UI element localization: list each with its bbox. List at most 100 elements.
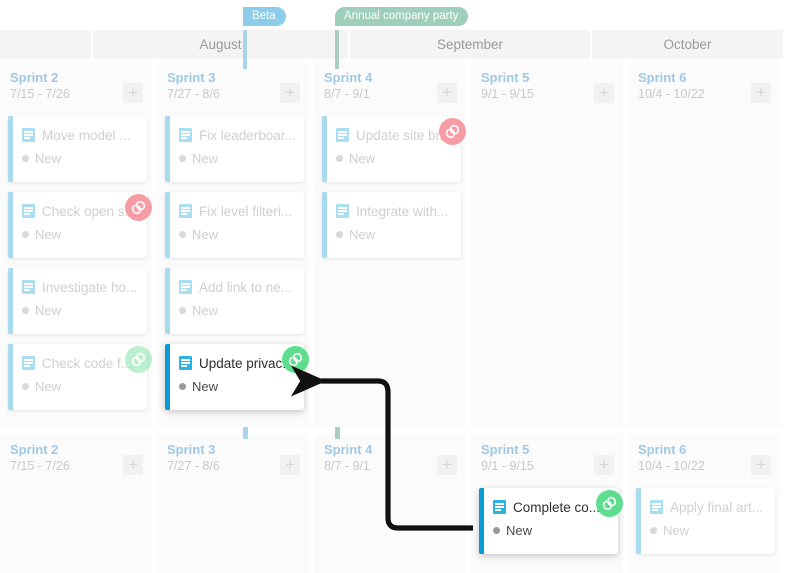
milestone-pill-annual-company-party[interactable]: Annual company party — [335, 7, 469, 26]
task-card[interactable]: Add link to ne... New — [165, 268, 304, 334]
status-badge: New — [192, 379, 219, 394]
card-title-row: Fix leaderboar... — [179, 126, 296, 144]
card-title-row: Add link to ne... — [179, 278, 296, 296]
card-title: Fix level filteri... — [199, 203, 293, 219]
status-dot — [336, 231, 343, 238]
status-badge: New — [35, 227, 62, 242]
status-badge: New — [35, 303, 62, 318]
link-relationship-badge[interactable] — [282, 346, 309, 373]
lane-top: Sprint 2 7/15 - 7/26 + Sprint 3 7/27 - 8/6 + S… — [0, 62, 785, 427]
card-title: Complete co... — [513, 499, 601, 515]
status-badge: New — [506, 523, 533, 538]
document-list-icon — [336, 128, 349, 142]
status-badge: New — [349, 227, 376, 242]
link-relationship-badge[interactable] — [596, 490, 623, 517]
add-card-button[interactable]: + — [594, 83, 614, 103]
status-dot — [22, 231, 29, 238]
status-dot — [650, 527, 657, 534]
document-list-icon — [179, 280, 192, 294]
card-title-row: Move model ... — [22, 126, 139, 144]
card-title: Move model ... — [42, 127, 131, 143]
task-card[interactable]: Integrate with... New — [322, 192, 461, 258]
add-card-button[interactable]: + — [123, 83, 143, 103]
document-list-icon — [22, 280, 35, 294]
card-title: Check code f... — [42, 355, 133, 371]
document-list-icon — [22, 128, 35, 142]
document-list-icon — [179, 128, 192, 142]
document-list-icon — [22, 356, 35, 370]
status-badge: New — [192, 151, 219, 166]
card-title-row: Fix level filteri... — [179, 202, 296, 220]
add-card-button[interactable]: + — [437, 455, 457, 475]
link-relationship-badge[interactable] — [439, 118, 466, 145]
link-relationship-badge[interactable] — [125, 346, 152, 373]
card-status-row: New — [179, 227, 296, 242]
card-status-row: New — [336, 151, 453, 166]
document-list-icon — [493, 500, 506, 514]
card-title: Investigate ho... — [42, 279, 138, 295]
add-card-button[interactable]: + — [751, 83, 771, 103]
status-badge: New — [663, 523, 690, 538]
status-dot — [493, 527, 500, 534]
card-title: Check open s... — [42, 203, 136, 219]
status-badge: New — [192, 227, 219, 242]
card-title: Add link to ne... — [199, 279, 293, 295]
sprint-column-3: Sprint 3 7/27 - 8/6 + — [157, 434, 314, 573]
status-badge: New — [192, 303, 219, 318]
card-title: Apply final art... — [670, 499, 764, 515]
sprint-column-4: Sprint 4 8/7 - 9/1 + — [314, 434, 471, 573]
card-title-row: Check code f... — [22, 354, 139, 372]
card-status-row: New — [22, 303, 139, 318]
card-status-row: New — [22, 151, 139, 166]
card-title-row: Integrate with... — [336, 202, 453, 220]
add-card-button[interactable]: + — [280, 83, 300, 103]
month-header-blank — [0, 30, 93, 59]
add-card-button[interactable]: + — [751, 455, 771, 475]
card-title: Integrate with... — [356, 203, 449, 219]
add-card-button[interactable]: + — [123, 455, 143, 475]
link-relationship-badge[interactable] — [125, 194, 152, 221]
task-card[interactable]: Move model ... New — [8, 116, 147, 182]
status-dot — [179, 307, 186, 314]
card-title: Update privac... — [199, 355, 294, 371]
month-header-october: October — [592, 30, 785, 59]
status-badge: New — [35, 379, 62, 394]
card-status-row: New — [179, 151, 296, 166]
task-card[interactable]: Fix leaderboar... New — [165, 116, 304, 182]
card-status-row: New — [179, 379, 296, 394]
month-header-august: August — [93, 30, 350, 59]
card-title-row: Update site br... — [336, 126, 453, 144]
add-card-button[interactable]: + — [280, 455, 300, 475]
status-dot — [179, 383, 186, 390]
status-dot — [22, 383, 29, 390]
month-header-september: September — [350, 30, 592, 59]
card-title-row: Investigate ho... — [22, 278, 139, 296]
card-status-row: New — [493, 523, 610, 538]
document-list-icon — [179, 204, 192, 218]
status-badge: New — [35, 151, 62, 166]
status-dot — [336, 155, 343, 162]
sprint-column-6: Sprint 6 10/4 - 10/22 + — [628, 62, 785, 427]
card-title: Update site br... — [356, 127, 451, 143]
lane-bottom: Sprint 2 7/15 - 7/26 + Sprint 3 7/27 - 8/6 + S… — [0, 434, 785, 573]
task-card[interactable]: Investigate ho... New — [8, 268, 147, 334]
card-status-row: New — [22, 227, 139, 242]
task-card[interactable]: Apply final art... New — [636, 488, 775, 554]
document-list-icon — [179, 356, 192, 370]
card-title-row: Check open s... — [22, 202, 139, 220]
sprint-column-5: Sprint 5 9/1 - 9/15 + — [471, 62, 628, 427]
add-card-button[interactable]: + — [437, 83, 457, 103]
card-status-row: New — [650, 523, 767, 538]
card-title-row: Update privac... — [179, 354, 296, 372]
milestone-band: Beta Annual company party — [0, 0, 785, 30]
card-title: Fix leaderboar... — [199, 127, 296, 143]
task-card[interactable]: Fix level filteri... New — [165, 192, 304, 258]
status-dot — [179, 155, 186, 162]
roadmap-timeline: Beta Annual company party August Septembe… — [0, 0, 785, 573]
month-header-row: August September October — [0, 30, 785, 59]
document-list-icon — [22, 204, 35, 218]
milestone-pill-beta[interactable]: Beta — [243, 7, 286, 26]
card-title-row: Complete co... — [493, 498, 610, 516]
sprint-column-2: Sprint 2 7/15 - 7/26 + — [0, 434, 157, 573]
add-card-button[interactable]: + — [594, 455, 614, 475]
